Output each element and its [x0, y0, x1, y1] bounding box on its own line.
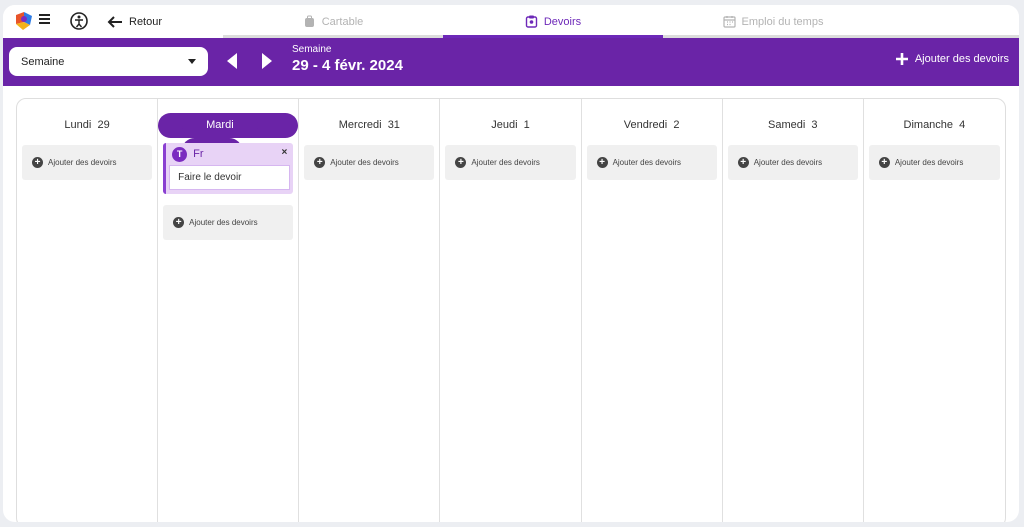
week-grid: Lundi 29 +Ajouter des devoirs Mardi 30 T…	[16, 98, 1006, 522]
tab-label: Emploi du temps	[741, 15, 824, 28]
app-frame: Retour Cartable Devoirs Emploi du temps …	[3, 5, 1019, 522]
add-homework-card[interactable]: + Ajouter des devoirs	[22, 145, 153, 180]
period-range: 29 - 4 févr. 2024	[292, 57, 403, 74]
plus-circle-icon: +	[878, 157, 890, 168]
homework-text-field[interactable]: Faire le devoir	[169, 165, 291, 190]
day-column-mercredi: Mercredi 31 + Ajouter des devoirs	[299, 99, 441, 522]
day-header: Dimanche 4	[903, 119, 966, 131]
close-icon[interactable]: ×	[281, 147, 287, 158]
day-column-mardi: Mardi 30 T Fr × Faire le devoir +Ajouter…	[158, 99, 300, 522]
add-homework-card[interactable]: + Ajouter des devoirs	[445, 145, 576, 180]
teacher-badge: T	[172, 146, 188, 162]
homework-icon	[525, 15, 538, 28]
calendar-icon	[722, 16, 736, 28]
tab-label: Cartable	[321, 15, 364, 28]
hamburger-menu-icon[interactable]	[39, 14, 50, 27]
day-column-lundi: Lundi 29 + Ajouter des devoirs	[17, 99, 159, 522]
day-column-dimanche: Dimanche 4 + Ajouter des devoirs	[864, 99, 1005, 522]
tab-label: Devoirs	[543, 15, 582, 28]
arrow-left-icon	[107, 16, 122, 28]
day-header: Samedi 3	[768, 119, 818, 131]
view-select[interactable]: Semaine	[9, 47, 208, 76]
plus-circle-icon: +	[32, 157, 43, 168]
day-column-samedi: Samedi 3 + Ajouter des devoirs	[723, 99, 864, 522]
plus-icon	[895, 53, 908, 65]
homework-header: T Fr	[166, 143, 293, 165]
day-header: Lundi 29	[64, 119, 110, 131]
view-select-value: Semaine	[21, 55, 65, 68]
back-label: Retour	[129, 16, 163, 28]
homework-card[interactable]: T Fr × Faire le devoir	[163, 143, 294, 194]
plus-circle-icon: +	[314, 157, 326, 168]
day-header-today: Mardi 30	[158, 105, 299, 163]
plus-circle-icon: +	[596, 157, 608, 168]
accessibility-wheel-icon[interactable]	[69, 11, 89, 31]
tab-devoirs[interactable]: Devoirs	[443, 5, 663, 38]
day-column-jeudi: Jeudi 1 + Ajouter des devoirs	[440, 99, 582, 522]
period-display: Semaine 29 - 4 févr. 2024	[292, 44, 403, 76]
tab-cartable[interactable]: Cartable	[223, 5, 443, 38]
plus-circle-icon: +	[455, 157, 467, 168]
add-homework-button[interactable]: Ajouter des devoirs	[895, 52, 1009, 66]
toolbar: Semaine Semaine 29 - 4 févr. 2024 Ajoute…	[3, 38, 1019, 86]
day-header: Jeudi 1	[491, 119, 530, 131]
add-homework-label: Ajouter des devoirs	[914, 53, 1009, 65]
add-homework-card[interactable]: + Ajouter des devoirs	[868, 145, 1000, 180]
day-column-vendredi: Vendredi 2 + Ajouter des devoirs	[582, 99, 723, 522]
app-logo-icon[interactable]	[13, 10, 35, 32]
backpack-icon	[304, 15, 314, 27]
homework-subject: Fr	[193, 148, 204, 160]
add-homework-card[interactable]: + Ajouter des devoirs	[586, 145, 717, 180]
next-week-button[interactable]	[260, 52, 274, 70]
plus-circle-icon: +	[173, 217, 185, 228]
chevron-down-icon	[188, 59, 196, 64]
add-homework-card[interactable]: + Ajouter des devoirs	[727, 145, 858, 180]
top-nav: Retour Cartable Devoirs Emploi du temps	[3, 5, 1019, 38]
tab-emploi-du-temps[interactable]: Emploi du temps	[663, 5, 883, 38]
day-header: Vendredi 2	[623, 119, 680, 131]
previous-week-button[interactable]	[225, 52, 239, 70]
period-label: Semaine	[292, 44, 332, 55]
plus-circle-icon: +	[737, 157, 749, 168]
add-homework-card[interactable]: + Ajouter des devoirs	[304, 145, 435, 180]
day-header: Mercredi 31	[338, 119, 400, 131]
back-button[interactable]: Retour	[107, 13, 162, 31]
add-homework-card[interactable]: + Ajouter des devoirs	[163, 205, 294, 240]
